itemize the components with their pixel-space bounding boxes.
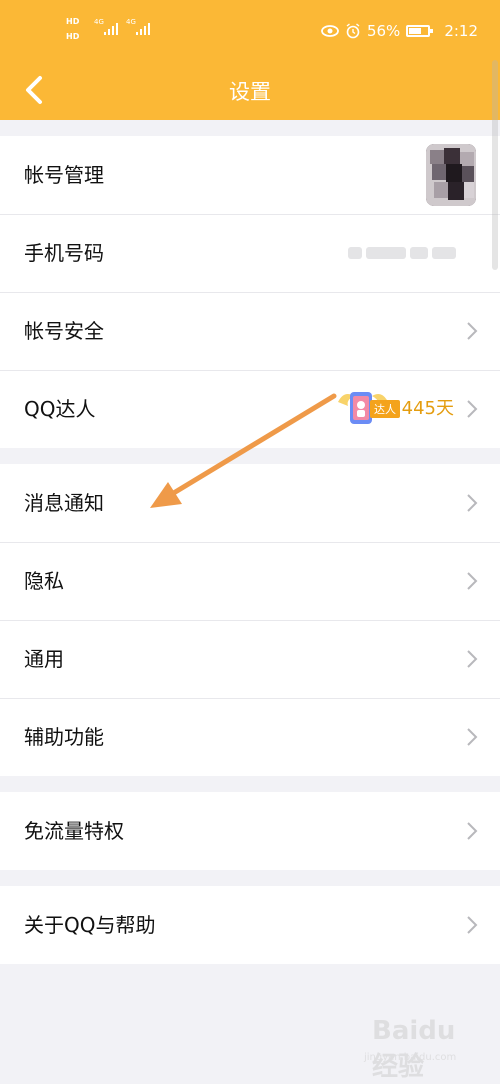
row-label: 消息通知 <box>24 491 104 515</box>
network-label-2: 4G <box>126 18 136 26</box>
settings-row-general[interactable]: 通用 <box>0 620 500 698</box>
daren-badge-label: 达人 <box>370 400 400 418</box>
settings-row-security[interactable]: 帐号安全 <box>0 292 500 370</box>
status-bar: HD HD 4G 4G 56% 2:12 <box>0 0 500 62</box>
avatar-pixelated-image <box>426 144 476 206</box>
page-title: 设置 <box>229 80 271 104</box>
masked-phone-number <box>348 244 460 262</box>
watermark-logo: Baidu 经验 jingyan.baidu.com <box>360 1010 480 1082</box>
alarm-icon <box>346 23 360 39</box>
settings-row-about[interactable]: 关于QQ与帮助 <box>0 886 500 964</box>
settings-row-account-manage[interactable]: 帐号管理 <box>0 136 500 214</box>
settings-group-data: 免流量特权 <box>0 792 500 870</box>
row-label: QQ达人 <box>24 397 96 421</box>
settings-group-about: 关于QQ与帮助 <box>0 886 500 964</box>
signal-bars-1-icon <box>104 23 118 35</box>
chevron-right-icon <box>467 572 478 590</box>
settings-row-free-data[interactable]: 免流量特权 <box>0 792 500 870</box>
battery-icon <box>406 25 434 37</box>
chevron-right-icon <box>467 916 478 934</box>
network-label-1: 4G <box>94 18 104 26</box>
settings-row-phone[interactable]: 手机号码 <box>0 214 500 292</box>
daren-days: 445天 <box>401 398 454 419</box>
battery-percent: 56% <box>366 22 401 40</box>
row-label: 关于QQ与帮助 <box>24 913 156 937</box>
nav-bar: 设置 <box>0 62 500 120</box>
scrollbar[interactable] <box>492 60 498 270</box>
settings-group-account: 帐号管理 手机号码 帐号安全 QQ达人 达人 445天 <box>0 136 500 448</box>
avatar <box>426 144 476 206</box>
row-label: 隐私 <box>24 569 64 593</box>
row-label: 帐号安全 <box>24 319 104 343</box>
chevron-right-icon <box>467 650 478 668</box>
eye-icon <box>321 25 339 37</box>
chevron-right-icon <box>467 322 478 340</box>
chevron-right-icon <box>467 728 478 746</box>
row-label: 辅助功能 <box>24 725 104 749</box>
row-label: 手机号码 <box>24 241 104 265</box>
battery-fill <box>409 28 421 34</box>
chevron-right-icon <box>467 494 478 512</box>
signal-area: HD HD 4G 4G <box>66 14 156 46</box>
watermark-sub: jingyan.baidu.com <box>364 1052 457 1063</box>
signal-bars-2-icon <box>136 23 150 35</box>
row-label: 免流量特权 <box>24 819 124 843</box>
settings-row-accessibility[interactable]: 辅助功能 <box>0 698 500 776</box>
settings-group-general: 消息通知 隐私 通用 辅助功能 <box>0 464 500 776</box>
status-right: 56% 2:12 <box>321 18 478 44</box>
settings-row-qq-daren[interactable]: QQ达人 达人 445天 <box>0 370 500 448</box>
row-label: 帐号管理 <box>24 163 104 187</box>
chevron-right-icon <box>467 822 478 840</box>
hd-label-2: HD <box>66 32 80 41</box>
row-label: 通用 <box>24 647 64 671</box>
chevron-right-icon <box>467 400 478 418</box>
hd-label-1: HD <box>66 17 80 26</box>
settings-row-notifications[interactable]: 消息通知 <box>0 464 500 542</box>
clock: 2:12 <box>444 22 478 40</box>
settings-row-privacy[interactable]: 隐私 <box>0 542 500 620</box>
watermark-text: Baidu 经验 <box>372 1016 456 1082</box>
